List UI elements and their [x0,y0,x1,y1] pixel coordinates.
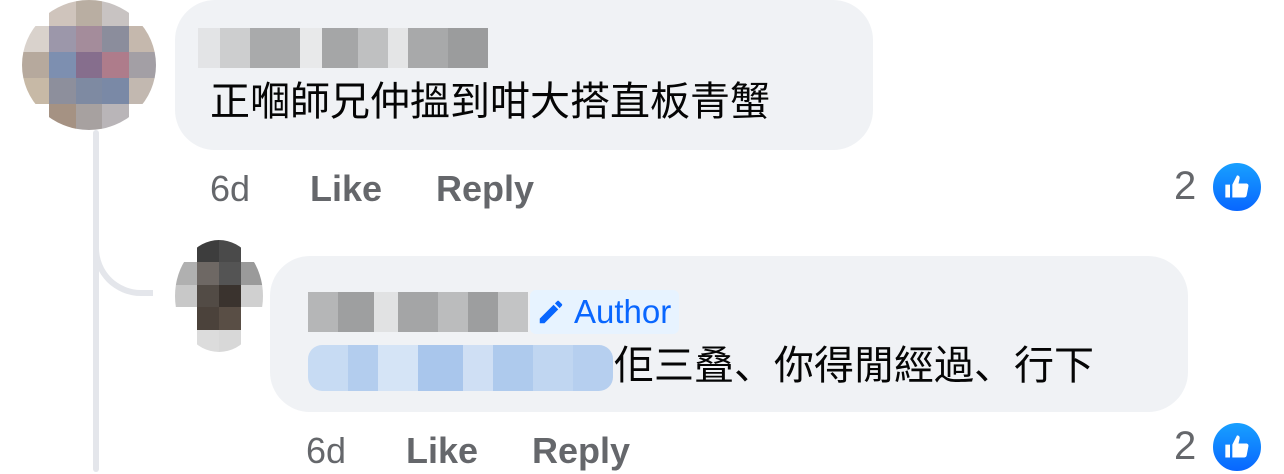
avatar[interactable] [175,240,263,352]
like-button[interactable]: Like [310,168,382,210]
like-button[interactable]: Like [406,430,478,472]
reply-text: 佢三叠、你得閒經過、行下 [614,343,1094,389]
comment-text: 正嗰師兄仲搵到咁大搭直板青蟹 [210,79,770,125]
comment-timestamp[interactable]: 6d [210,168,250,210]
reply-button[interactable]: Reply [532,430,630,472]
author-badge-label: Author [574,293,672,330]
commenter-name-redacted[interactable] [308,292,528,332]
author-badge: Author [530,290,680,334]
thread-line [93,130,99,472]
comment-bubble [175,0,873,150]
mention-redacted[interactable] [308,345,613,391]
reply-button[interactable]: Reply [436,168,534,210]
thumbs-up-icon[interactable] [1210,160,1264,214]
commenter-name-redacted[interactable] [198,28,488,68]
reply-timestamp[interactable]: 6d [306,430,346,472]
pencil-icon [539,300,563,324]
reaction-count[interactable]: 2 [1174,424,1196,469]
reply-connector [93,210,153,296]
avatar[interactable] [22,0,156,130]
thumbs-up-icon[interactable] [1210,420,1264,474]
reaction-count[interactable]: 2 [1174,164,1196,209]
